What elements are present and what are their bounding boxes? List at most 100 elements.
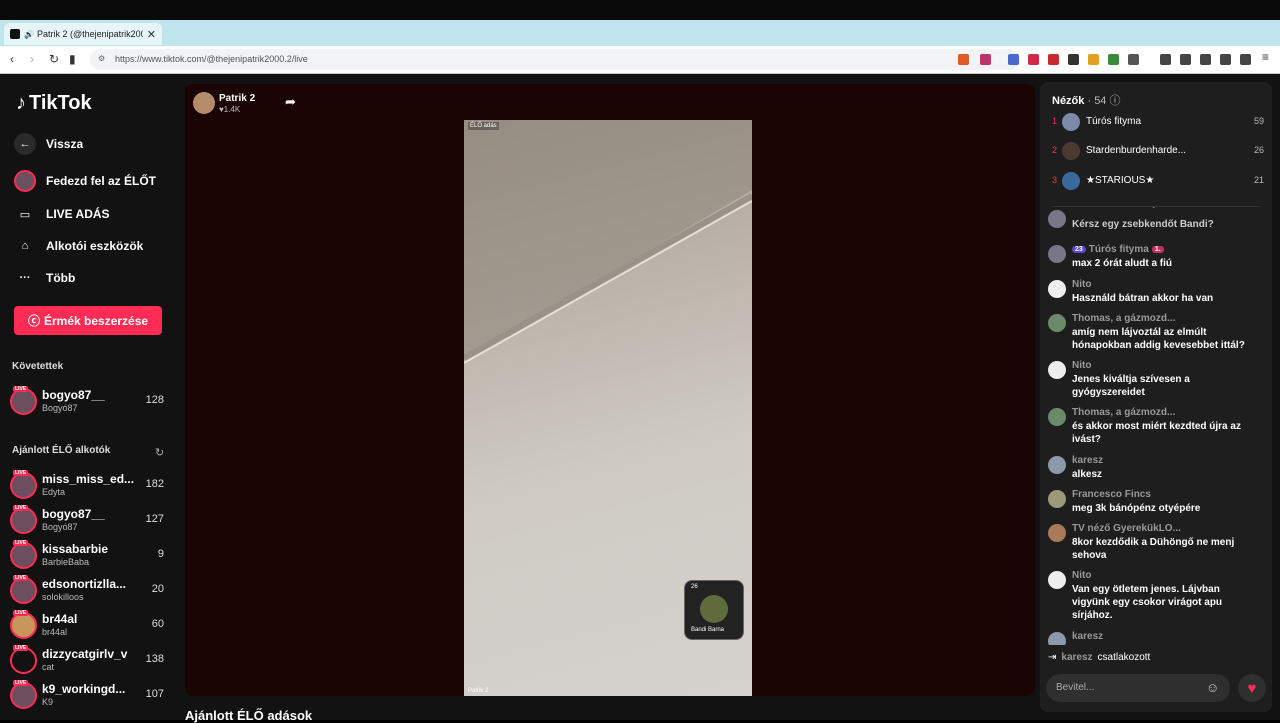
viewer-row[interactable]: 3 ★STARIOUS★ 21 xyxy=(1052,170,1264,192)
nav-creator-tools[interactable]: ⌂ Alkotói eszközök xyxy=(14,235,144,257)
viewer-count: 138 xyxy=(145,653,164,665)
message-author[interactable]: 23 Túrós fityma 1. xyxy=(1072,244,1164,255)
nav-explore-label: Fedezd fel az ÉLŐT xyxy=(46,174,157,188)
recommended-item[interactable]: LIVE bogyo87__ Bogyó87 127 xyxy=(10,505,170,537)
avatar xyxy=(1048,408,1066,426)
nav-live-label: LIVE ADÁS xyxy=(46,207,110,221)
browser-tab-bar: 🔊 Patrik 2 (@thejenipatrik2000... ✕ + — … xyxy=(0,20,1280,59)
info-icon[interactable]: ⓘ xyxy=(1110,95,1121,107)
avatar xyxy=(14,170,36,192)
message-author[interactable]: Thomas, a gázmozd... xyxy=(1072,407,1175,418)
avatar xyxy=(1048,632,1066,645)
chat-input[interactable]: Bevitel... xyxy=(1046,674,1230,702)
avatar xyxy=(10,507,37,534)
message-author[interactable]: Nito xyxy=(1072,279,1091,290)
share-icon[interactable]: ➦ xyxy=(285,94,296,110)
browser-tab[interactable]: 🔊 Patrik 2 (@thejenipatrik2000... ✕ xyxy=(4,23,162,45)
live-stream-panel: Patrik 2 ♥1.4K ➦ ÉLŐ adás Patrik 2 26 Ba… xyxy=(185,84,1035,696)
viewer-count: 60 xyxy=(151,618,164,630)
message-text: Jenes kiváltja szívesen a gyógyszereidet xyxy=(1072,374,1190,398)
extension-icon[interactable] xyxy=(1088,54,1099,65)
menu-icon[interactable]: ≡ xyxy=(1262,50,1269,64)
creator-name: bogyo87__ xyxy=(42,388,105,402)
extension-icon[interactable] xyxy=(1048,54,1059,65)
leo-icon[interactable] xyxy=(1220,54,1231,65)
message-author[interactable]: Thomas, a gázmozd... xyxy=(1072,313,1175,324)
forward-icon[interactable]: › xyxy=(30,52,34,66)
recommended-item[interactable]: LIVE miss_miss_ed... Edyta 182 xyxy=(10,470,170,502)
extension-icon[interactable] xyxy=(1068,54,1079,65)
viewers-header[interactable]: Nézők · 54 ⓘ xyxy=(1052,92,1121,108)
bookmark-icon[interactable]: ▮ xyxy=(69,52,76,66)
wallet-icon[interactable] xyxy=(1200,54,1211,65)
viewers-title: Nézők xyxy=(1052,95,1085,107)
viewer-row[interactable]: 1 Túrós fityma 59 xyxy=(1052,111,1264,133)
host-name[interactable]: Patrik 2 xyxy=(219,93,255,104)
nav-live-studio[interactable]: ▭ LIVE ADÁS xyxy=(14,203,110,225)
recommended-item[interactable]: LIVE k9_workingd... K9 107 xyxy=(10,680,170,712)
viewer-row[interactable]: 2 Stardenburdenharde... 26 xyxy=(1052,140,1264,162)
viewers-count: · 54 xyxy=(1087,95,1107,107)
nav-more[interactable]: ··· Több xyxy=(14,267,76,289)
host-avatar[interactable] xyxy=(193,92,215,114)
avatar xyxy=(1062,172,1080,190)
site-info-icon[interactable]: ⚙ xyxy=(98,54,105,63)
extension-icon[interactable] xyxy=(1128,54,1139,65)
url-input[interactable]: ⚙ https://www.tiktok.com/@thejenipatrik2… xyxy=(90,49,1020,70)
creator-nickname: K9 xyxy=(42,697,54,707)
speaker-icon[interactable]: 🔊 xyxy=(24,30,34,39)
avatar xyxy=(1048,280,1066,298)
recommended-creators-title: Ajánlott ÉLŐ alkotók xyxy=(12,445,111,456)
message-author[interactable]: karesz xyxy=(1072,631,1103,642)
nav-back-label: Vissza xyxy=(46,137,84,151)
avatar xyxy=(1062,142,1080,160)
message-author[interactable]: Francesco Fincs xyxy=(1072,489,1151,500)
message-text: Használd bátran akkor ha van xyxy=(1072,293,1214,304)
tiktok-logo[interactable]: ♪ TikTok xyxy=(16,92,92,115)
address-bar-row: ‹ › ↻ ▮ ⚙ https://www.tiktok.com/@thejen… xyxy=(0,46,1280,74)
like-heart-button[interactable]: ♥ xyxy=(1238,674,1266,702)
refresh-icon[interactable]: ↻ xyxy=(155,446,164,459)
extension-icon[interactable] xyxy=(1008,54,1019,65)
recommended-item[interactable]: LIVE kissabarbie BarbieBaba 9 xyxy=(10,540,170,572)
live-badge: LIVE xyxy=(13,645,29,651)
recommended-item[interactable]: LIVE edsonortizlla... solokilloos 20 xyxy=(10,575,170,607)
get-coins-button[interactable]: ⓒ Érmék beszerzése xyxy=(14,306,162,335)
viewer-rank: 2 xyxy=(1052,145,1058,155)
live-badge: LIVE xyxy=(13,575,29,581)
co-host-card[interactable]: 26 Bandi Barna xyxy=(684,580,744,640)
joined-user[interactable]: karesz xyxy=(1061,652,1092,663)
reload-icon[interactable]: ↻ xyxy=(49,52,59,66)
avatar xyxy=(10,577,37,604)
avatar xyxy=(1048,524,1066,542)
extension-icon[interactable] xyxy=(1028,54,1039,65)
recommended-item[interactable]: LIVE dizzycatgirlv_v cat 138 xyxy=(10,645,170,677)
tab-close-icon[interactable]: ✕ xyxy=(147,28,156,41)
music-icon[interactable] xyxy=(1160,54,1171,65)
creator-name: k9_workingd... xyxy=(42,682,126,696)
emoji-icon[interactable]: ☺ xyxy=(1206,680,1219,695)
live-video[interactable]: ÉLŐ adás Patrik 2 26 Bandi Barna xyxy=(464,120,752,696)
message-author[interactable]: karesz xyxy=(1072,455,1103,466)
message-author[interactable]: Nito xyxy=(1072,570,1091,581)
message-author[interactable]: Nito xyxy=(1072,360,1091,371)
rank-badge: 1. xyxy=(1151,246,1164,253)
avatar xyxy=(1048,245,1066,263)
message-text: max 2 órát aludt a fiú xyxy=(1072,258,1173,269)
nav-back[interactable]: ← Vissza xyxy=(14,133,83,155)
following-item[interactable]: LIVE bogyo87__ Bogyó87 128 xyxy=(10,386,170,418)
message-author[interactable]: TV néző GyerekükLO... xyxy=(1072,523,1181,534)
recommended-item[interactable]: LIVE br44al br44al 60 xyxy=(10,610,170,642)
live-badge: LIVE xyxy=(13,540,29,546)
rewards-icon[interactable] xyxy=(980,54,991,65)
vpn-icon[interactable] xyxy=(1240,54,1251,65)
brave-shield-icon[interactable] xyxy=(958,54,969,65)
nav-explore-live[interactable]: Fedezd fel az ÉLŐT xyxy=(14,170,156,192)
creator-name: br44al xyxy=(42,612,78,626)
level-badge: 23 xyxy=(1072,246,1086,253)
sidebar-icon[interactable] xyxy=(1180,54,1191,65)
viewer-count: 128 xyxy=(145,394,164,406)
extension-icon[interactable] xyxy=(1108,54,1119,65)
join-icon: ⇥ xyxy=(1048,652,1057,663)
back-icon[interactable]: ‹ xyxy=(10,52,14,66)
